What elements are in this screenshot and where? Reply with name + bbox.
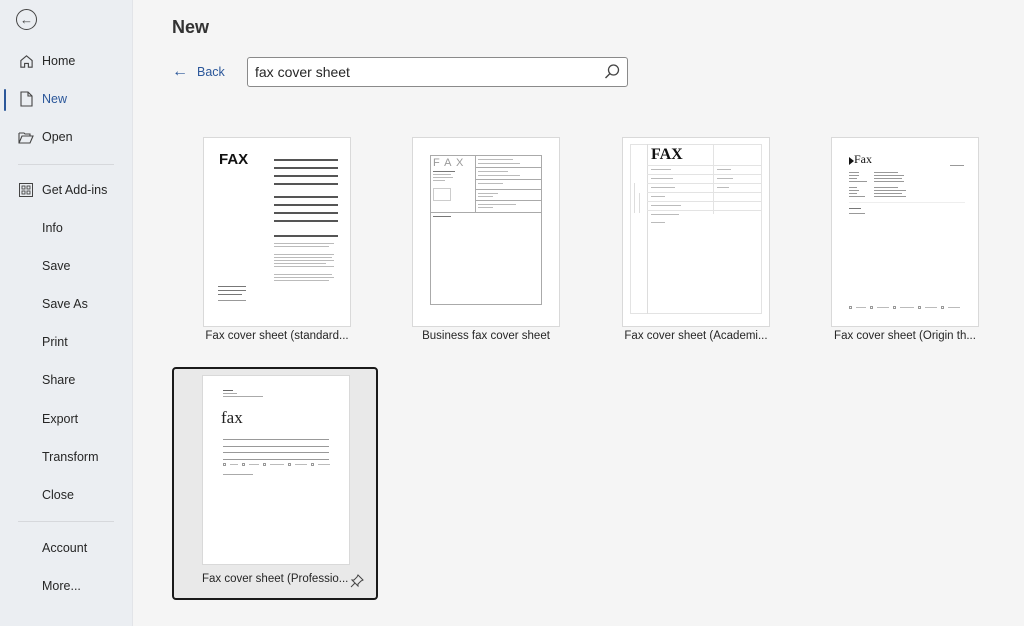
sidebar-item-close[interactable]: Close (0, 480, 133, 510)
back-label: Back (197, 65, 225, 79)
template-card[interactable]: F A X Business fax cover sheet (383, 129, 589, 361)
sidebar-item-info[interactable]: Info (0, 213, 133, 243)
sidebar-item-label: Export (42, 412, 79, 426)
backstage-sidebar: ← Home New Open Get Add-ins Info Save Sa… (0, 0, 133, 626)
sidebar-item-label: More... (42, 579, 81, 593)
thumb-title: F A X (433, 157, 465, 169)
sidebar-item-label: New (42, 92, 68, 106)
pin-icon[interactable] (350, 574, 364, 591)
template-thumbnail: fax (202, 375, 350, 565)
search-icon[interactable] (603, 63, 621, 81)
template-label: Fax cover sheet (Academi... (624, 330, 768, 342)
thumb-title: FAX (219, 151, 249, 168)
template-thumbnail: F A X (412, 137, 560, 327)
template-thumbnail: FAX (622, 137, 770, 327)
sidebar-item-label: Save As (42, 297, 88, 311)
search-box (247, 57, 628, 87)
folder-open-icon (18, 129, 34, 145)
page-title: New (172, 17, 210, 37)
sidebar-item-label: Close (42, 488, 74, 502)
search-input[interactable] (255, 63, 595, 81)
sidebar-item-more[interactable]: More... (0, 571, 133, 601)
template-label: Fax cover sheet (standard... (205, 330, 349, 342)
thumb-title: Fax (854, 152, 872, 166)
sidebar-item-label: Share (42, 373, 76, 387)
new-document-icon (18, 91, 34, 107)
thumb-title: FAX (651, 146, 683, 163)
sidebar-item-save-as[interactable]: Save As (0, 289, 133, 319)
template-label: Fax cover sheet (Professio... (202, 573, 349, 585)
sidebar-item-new[interactable]: New (0, 84, 133, 114)
back-button[interactable]: ← Back (172, 63, 225, 81)
sidebar-item-label: Info (42, 221, 63, 235)
sidebar-item-share[interactable]: Share (0, 365, 133, 395)
sidebar-item-account[interactable]: Account (0, 533, 133, 563)
sidebar-divider (18, 521, 114, 522)
sidebar-item-home[interactable]: Home (0, 46, 133, 76)
thumb-title: fax (221, 408, 243, 427)
sidebar-item-label: Open (42, 130, 73, 144)
back-circle-arrow-icon[interactable]: ← (16, 9, 37, 30)
template-thumbnail: FAX (203, 137, 351, 327)
add-ins-grid-icon (18, 182, 34, 198)
sidebar-item-export[interactable]: Export (0, 404, 133, 434)
home-icon (18, 53, 34, 69)
sidebar-item-print[interactable]: Print (0, 327, 133, 357)
template-label: Fax cover sheet (Origin th... (834, 330, 976, 342)
sidebar-divider (18, 164, 114, 165)
template-card[interactable]: FAX Fax cover sheet (Academi... (593, 129, 799, 361)
template-card[interactable]: FAX Fax cover sheet (standard... (174, 129, 380, 361)
sidebar-item-label: Save (42, 259, 71, 273)
sidebar-item-save[interactable]: Save (0, 251, 133, 281)
sidebar-item-label: Get Add-ins (42, 183, 108, 197)
template-card[interactable]: Fax Fax cover sheet (Origin th... (802, 129, 1008, 361)
sidebar-item-label: Account (42, 541, 88, 555)
sidebar-item-get-add-ins[interactable]: Get Add-ins (0, 175, 133, 205)
back-arrow-icon: ← (172, 63, 188, 80)
sidebar-item-label: Print (42, 335, 68, 349)
sidebar-item-label: Home (42, 54, 76, 68)
template-label: Business fax cover sheet (422, 330, 550, 342)
template-thumbnail: Fax (831, 137, 979, 327)
sidebar-item-transform[interactable]: Transform (0, 442, 133, 472)
template-card-selected[interactable]: fax Fax cover sheet (Professio... (172, 367, 378, 600)
sidebar-item-open[interactable]: Open (0, 122, 133, 152)
sidebar-item-label: Transform (42, 450, 99, 464)
